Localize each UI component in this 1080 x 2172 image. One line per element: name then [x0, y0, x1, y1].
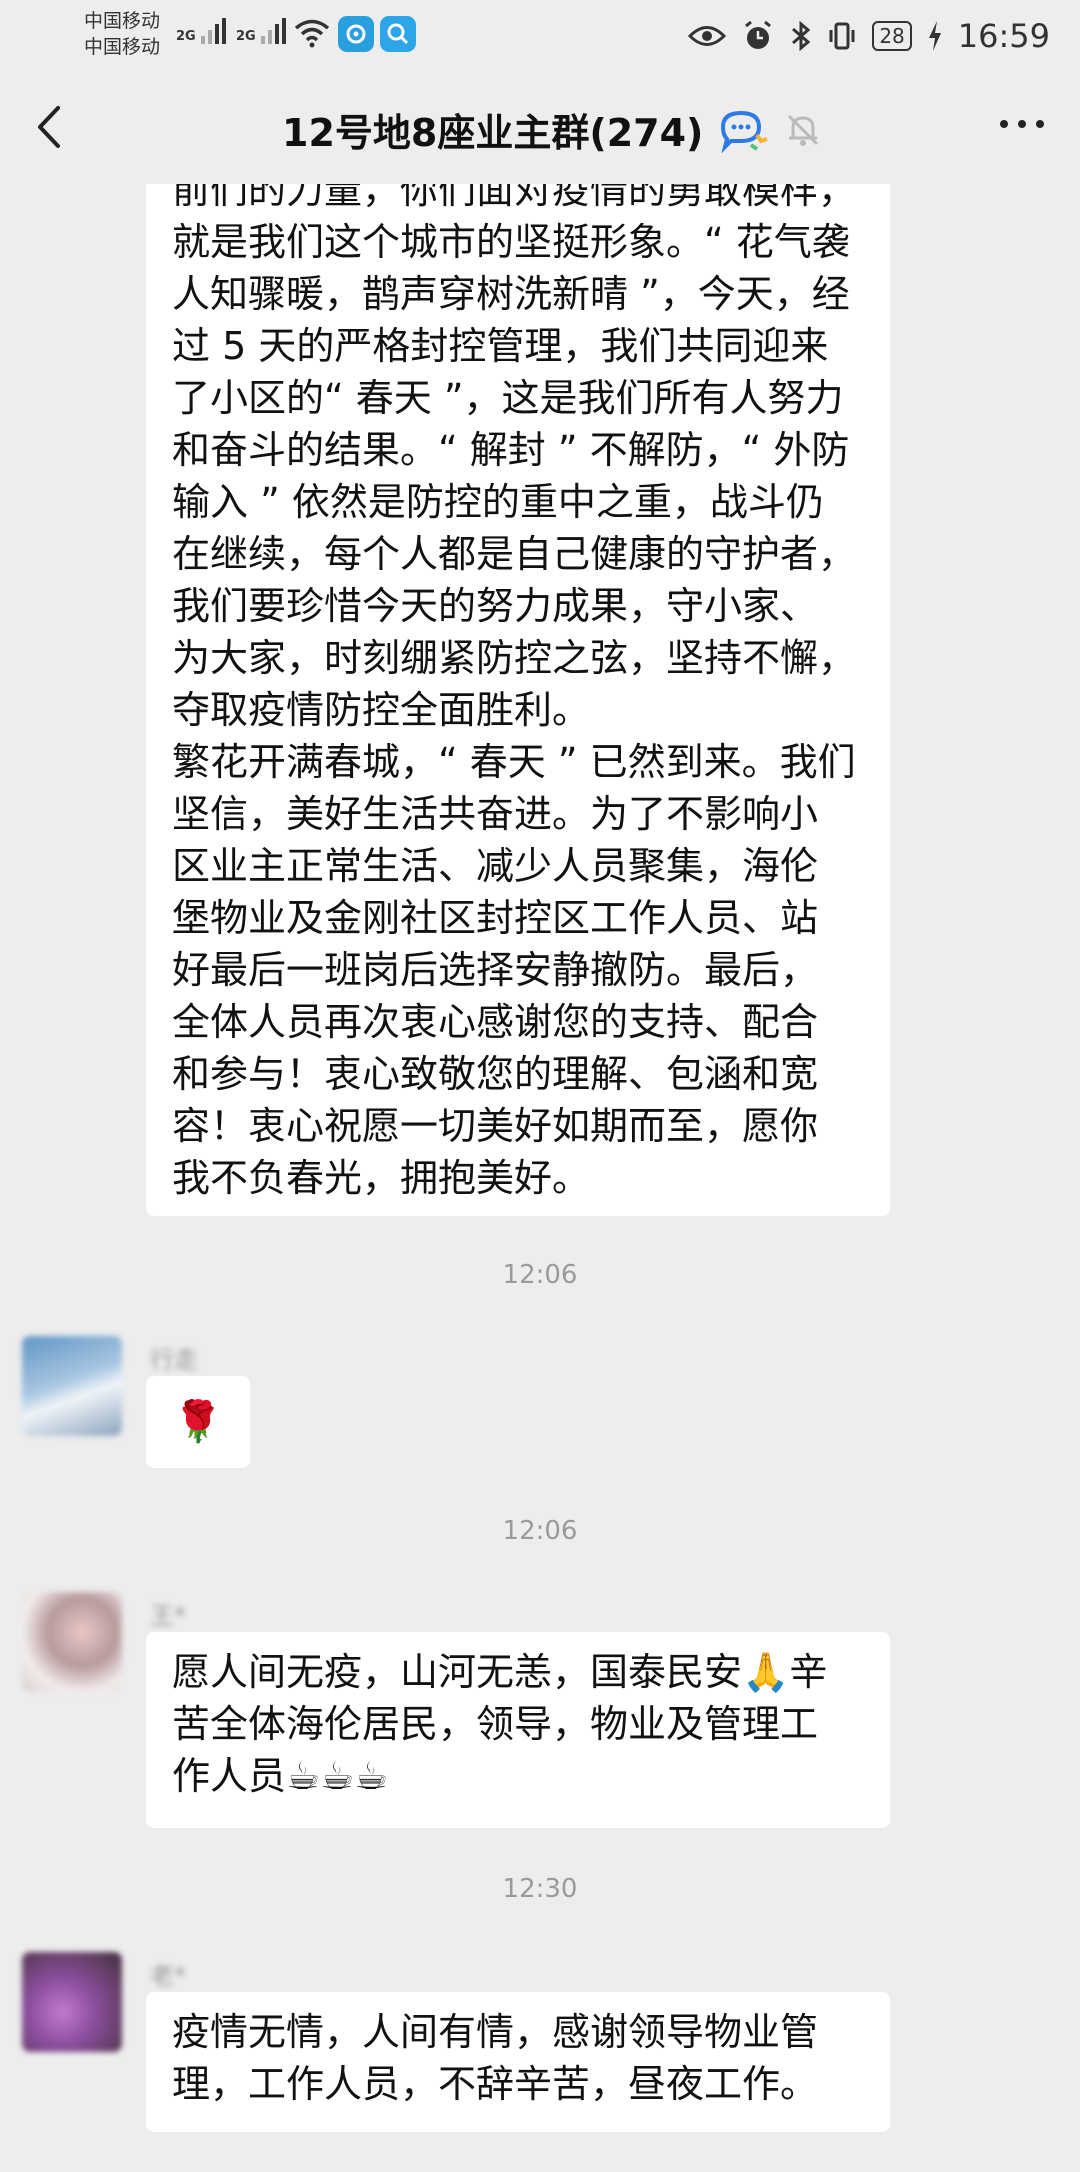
status-right: 28 16:59: [688, 14, 1050, 58]
chat-assistant-icon[interactable]: [717, 107, 769, 153]
avatar[interactable]: [22, 1952, 122, 2052]
message-time: 12:06: [502, 1516, 578, 1546]
message-text: 愿人间无疫，山河无恙，国泰民安🙏辛 苦全体海伦居民，领导，物业及管理工 作人员☕…: [172, 1650, 828, 1798]
message-bubble[interactable]: 疫情无情，人间有情，感谢领导物业管 理，工作人员，不辞辛苦，昼夜工作。: [146, 1992, 890, 2132]
signal-1-icon: 2G: [176, 18, 226, 44]
battery-indicator: 28: [872, 21, 912, 51]
message-bubble[interactable]: 前们的力量，你们面对疫情的勇敢模样， 就是我们这个城市的坚挺形象。“ 花气袭 人…: [146, 184, 890, 1216]
vibrate-icon: [829, 22, 855, 50]
chat-header: 12号地8座业主群(274): [0, 72, 1080, 184]
charging-icon: [928, 21, 941, 51]
message-time: 12:06: [502, 1260, 578, 1290]
message-time: 12:30: [502, 1874, 578, 1904]
wifi-icon: [294, 19, 330, 48]
title-group: 12号地8座业主群(274): [282, 102, 823, 157]
carrier-1: 中国移动: [84, 10, 161, 32]
avatar[interactable]: [22, 1336, 122, 1436]
eye-icon: [688, 26, 727, 46]
carrier-labels: 中国移动 中国移动: [84, 8, 160, 60]
alarm-icon: [745, 20, 772, 49]
rose-emoji-icon: 🌹: [173, 1399, 223, 1445]
sender-name: 老*: [150, 1962, 186, 1990]
tplink-app-icon: [338, 16, 374, 52]
carrier-2: 中国移动: [84, 36, 161, 58]
back-chevron-icon[interactable]: [30, 102, 70, 152]
message-text: 前们的力量，你们面对疫情的勇敢模样， 就是我们这个城市的坚挺形象。“ 花气袭 人…: [172, 184, 857, 1200]
message-text: 疫情无情，人间有情，感谢领导物业管 理，工作人员，不辞辛苦，昼夜工作。: [172, 2010, 819, 2106]
bell-mute-icon: [788, 114, 819, 146]
message-bubble[interactable]: 🌹: [146, 1376, 250, 1468]
message-list[interactable]: 前们的力量，你们面对疫情的勇敢模样， 就是我们这个城市的坚挺形象。“ 花气袭 人…: [0, 184, 1080, 2172]
bluetooth-icon: [792, 20, 811, 52]
avatar[interactable]: [22, 1592, 122, 1692]
chat-title[interactable]: 12号地8座业主群(274): [282, 102, 703, 157]
status-bar: 中国移动 中国移动 2G 2G 28 16:59: [0, 0, 1080, 72]
message-bubble[interactable]: 愿人间无疫，山河无恙，国泰民安🙏辛 苦全体海伦居民，领导，物业及管理工 作人员☕…: [146, 1632, 890, 1828]
status-time: 16:59: [957, 17, 1050, 55]
more-dots-icon[interactable]: [1000, 120, 1044, 128]
sender-name: 行走: [150, 1346, 198, 1374]
search-app-icon: [380, 16, 416, 52]
signal-2-icon: 2G: [236, 18, 286, 44]
sender-name: 王*: [150, 1602, 186, 1630]
